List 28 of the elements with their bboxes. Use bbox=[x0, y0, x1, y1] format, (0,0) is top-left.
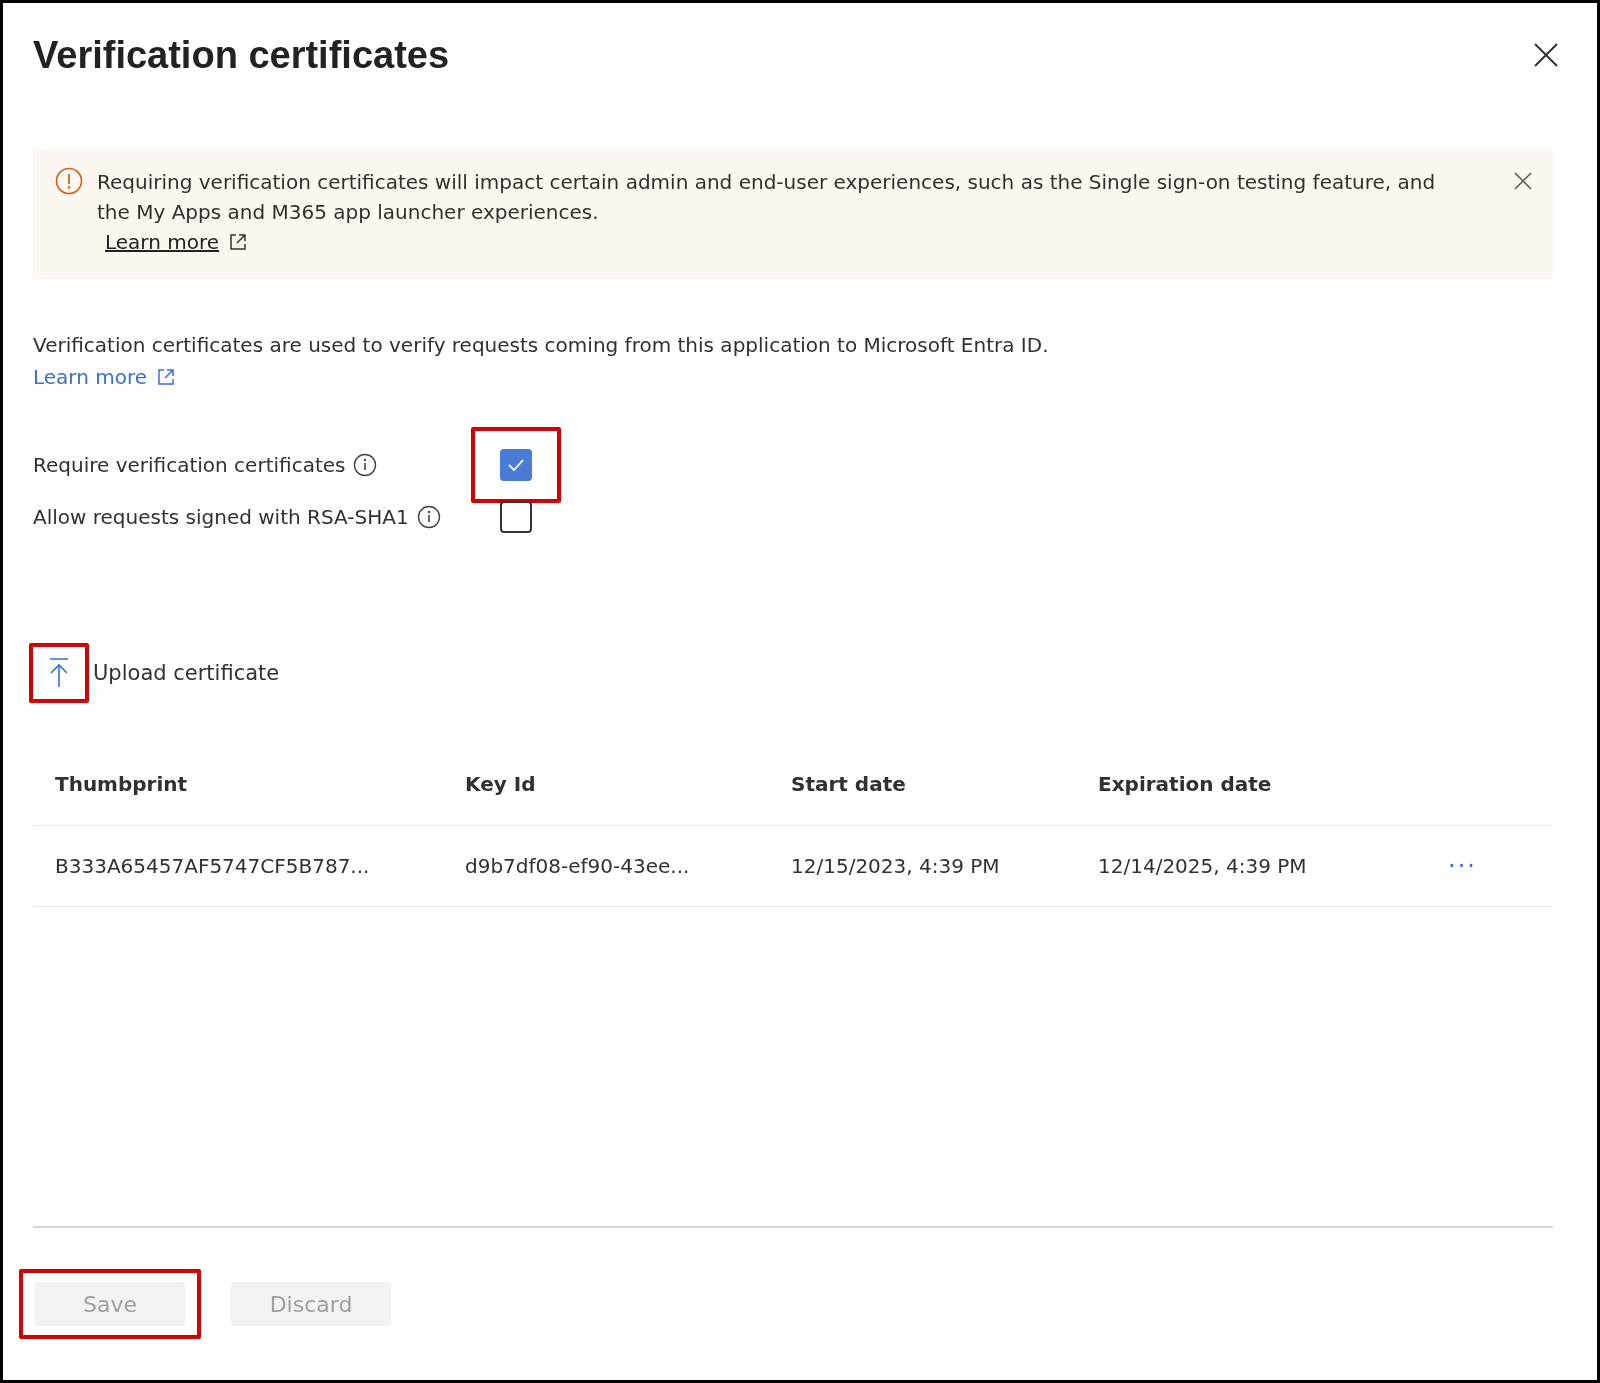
info-icon bbox=[353, 453, 378, 477]
table-cell-text: d9b7df08-ef90-43ee... bbox=[465, 854, 691, 878]
option-label: Require verification certificates bbox=[33, 453, 346, 477]
upload-certificate-button[interactable]: Upload certificate bbox=[89, 661, 280, 685]
column-header: Thumbprint bbox=[55, 772, 189, 796]
checkbox[interactable] bbox=[500, 449, 532, 481]
description-text: Verification certificates are used to verify requests coming from this application to Microsoft Entra ID. bbox=[33, 332, 1050, 359]
panel-title: Verification certificates bbox=[33, 33, 450, 77]
checkmark-icon bbox=[506, 457, 526, 473]
banner-message: Requiring verification certificates will impact certain admin and end-user experiences, such as the Single sign-on testing feature, and the My Apps and M365 app launcher experiences. bbox=[97, 169, 1437, 226]
close-icon[interactable] bbox=[1533, 42, 1559, 68]
external-link-icon bbox=[229, 233, 248, 251]
info-icon bbox=[416, 505, 441, 529]
external-link-icon bbox=[157, 368, 176, 386]
table-cell-text: B333A65457AF5747CF5B787... bbox=[55, 854, 371, 878]
upload-icon[interactable] bbox=[48, 657, 70, 689]
close-icon[interactable] bbox=[1513, 171, 1533, 191]
more-options-button[interactable]: ··· bbox=[1442, 852, 1483, 880]
learn-more-link[interactable]: Learn more bbox=[105, 230, 220, 254]
table-cell-text: 12/14/2025, 4:39 PM bbox=[1098, 854, 1308, 878]
learn-more-link[interactable]: Learn more bbox=[33, 365, 148, 389]
column-header: Key Id bbox=[465, 772, 537, 796]
checkbox[interactable] bbox=[500, 501, 532, 533]
column-header: Start date bbox=[791, 772, 907, 796]
table-cell-text: 12/15/2023, 4:39 PM bbox=[791, 854, 1001, 878]
column-header: Expiration date bbox=[1098, 772, 1273, 796]
info-icon bbox=[55, 167, 83, 195]
option-label: Allow requests signed with RSA-SHA1 bbox=[33, 505, 409, 529]
